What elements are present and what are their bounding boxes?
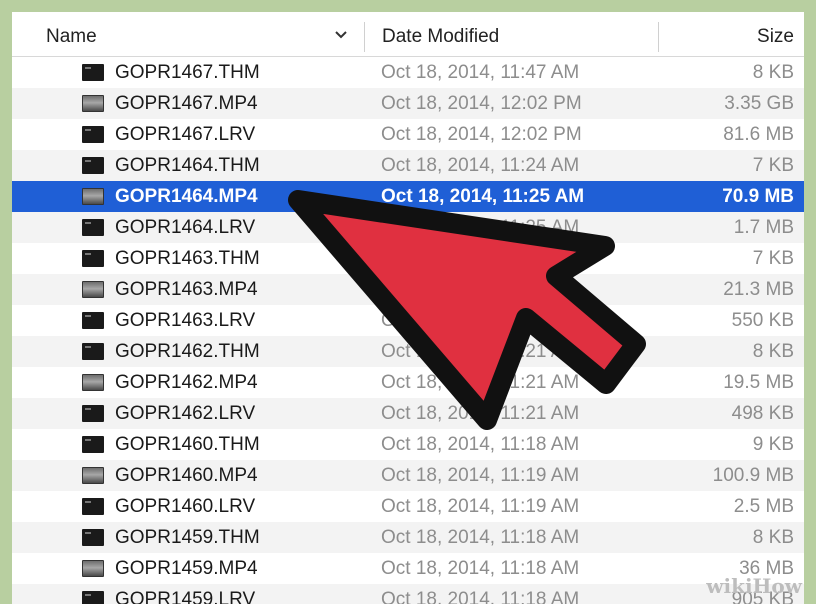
table-row[interactable]: GOPR1460.MP4 Oct 18, 2014, 11:19 AM 100.9 … — [12, 460, 804, 491]
file-name: GOPR1463.MP4 — [115, 279, 258, 300]
file-name: GOPR1460.MP4 — [115, 465, 258, 486]
wikihow-watermark: wikiHow — [706, 574, 802, 598]
file-name: GOPR1459.MP4 — [115, 558, 258, 579]
file-date-modified: Oct 18, 2014, 11:19 AM — [381, 496, 580, 517]
file-icon — [82, 498, 104, 515]
table-row[interactable]: GOPR1467.LRV Oct 18, 2014, 12:02 PM 81.6 M… — [12, 119, 804, 150]
file-date-modified: Oct 18, 2014, 11:18 AM — [381, 527, 580, 548]
file-name: GOPR1460.THM — [115, 434, 260, 455]
file-icon — [82, 126, 104, 143]
file-icon — [82, 157, 104, 174]
file-date-modified: Oct 18, 2014, 11:21 AM — [381, 248, 580, 269]
table-row[interactable]: GOPR1459.THM Oct 18, 2014, 11:18 AM 8 KB — [12, 522, 804, 553]
file-size: 550 KB — [731, 310, 794, 331]
file-date-modified: Oct 18, 2014, 11:21 AM — [381, 310, 580, 331]
file-icon — [82, 64, 104, 81]
file-date-modified: Oct 18, 2014, 11:18 AM — [381, 558, 580, 579]
file-date-modified: Oct 18, 2014, 11:18 AM — [381, 434, 580, 455]
file-icon — [82, 250, 104, 267]
table-row[interactable]: GOPR1463.MP4 Oct 18, 2014, 11:21 AM 21.3 M… — [12, 274, 804, 305]
size-column-header[interactable]: Size — [757, 12, 794, 56]
chevron-down-icon[interactable] — [334, 28, 348, 42]
file-icon — [82, 405, 104, 422]
file-size: 8 KB — [752, 341, 794, 362]
file-date-modified: Oct 18, 2014, 11:24 AM — [381, 155, 580, 176]
file-size: 100.9 MB — [712, 465, 794, 486]
file-name: GOPR1459.LRV — [115, 589, 256, 604]
file-name: GOPR1462.THM — [115, 341, 260, 362]
table-row[interactable]: GOPR1463.THM Oct 18, 2014, 11:21 AM 7 KB — [12, 243, 804, 274]
file-name: GOPR1463.THM — [115, 248, 260, 269]
video-file-icon — [82, 374, 104, 391]
file-icon — [82, 219, 104, 236]
video-file-icon — [82, 560, 104, 577]
file-name: GOPR1467.THM — [115, 62, 260, 83]
table-row[interactable]: GOPR1459.LRV Oct 18, 2014, 11:18 AM 905 KB — [12, 584, 804, 604]
file-size: 1.7 MB — [733, 217, 794, 238]
table-row[interactable]: GOPR1462.LRV Oct 18, 2014, 11:21 AM 498 KB — [12, 398, 804, 429]
file-size: 3.35 GB — [724, 93, 794, 114]
file-size: 19.5 MB — [723, 372, 794, 393]
file-date-modified: Oct 18, 2014, 12:02 PM — [381, 124, 582, 145]
file-size: 70.9 MB — [722, 186, 794, 207]
file-size: 9 KB — [752, 434, 794, 455]
file-size: 8 KB — [752, 527, 794, 548]
file-date-modified: Oct 18, 2014, 11:21 AM — [381, 279, 580, 300]
file-icon — [82, 436, 104, 453]
name-column-header[interactable]: Name — [46, 12, 356, 56]
file-name: GOPR1464.MP4 — [115, 186, 258, 207]
file-name: GOPR1464.LRV — [115, 217, 256, 238]
file-size: 81.6 MB — [723, 124, 794, 145]
table-row[interactable]: GOPR1463.LRV Oct 18, 2014, 11:21 AM 550 KB — [12, 305, 804, 336]
table-row[interactable]: GOPR1462.THM Oct 18, 2014, 11:21 AM 8 KB — [12, 336, 804, 367]
file-name: GOPR1459.THM — [115, 527, 260, 548]
file-size: 21.3 MB — [723, 279, 794, 300]
file-name: GOPR1464.THM — [115, 155, 260, 176]
file-list: GOPR1467.THM Oct 18, 2014, 11:47 AM 8 KB GO… — [12, 57, 804, 604]
file-date-modified: Oct 18, 2014, 11:21 AM — [381, 372, 580, 393]
file-name: GOPR1467.LRV — [115, 124, 256, 145]
file-date-modified: Oct 18, 2014, 11:21 AM — [381, 403, 580, 424]
table-row[interactable]: GOPR1459.MP4 Oct 18, 2014, 11:18 AM 36 MB — [12, 553, 804, 584]
file-size: 2.5 MB — [733, 496, 794, 517]
date-modified-column-header[interactable]: Date Modified — [382, 12, 499, 56]
file-size: 7 KB — [752, 155, 794, 176]
file-size: 7 KB — [752, 248, 794, 269]
table-row[interactable]: GOPR1464.LRV Oct 18, 2014, 11:25 AM 1.7 MB — [12, 212, 804, 243]
file-name: GOPR1463.LRV — [115, 310, 256, 331]
file-name: GOPR1462.LRV — [115, 403, 256, 424]
column-divider[interactable] — [364, 22, 365, 52]
file-date-modified: Oct 18, 2014, 11:25 AM — [381, 186, 585, 207]
file-date-modified: Oct 18, 2014, 11:19 AM — [381, 465, 580, 486]
table-row[interactable]: GOPR1464.THM Oct 18, 2014, 11:24 AM 7 KB — [12, 150, 804, 181]
file-size: 8 KB — [752, 62, 794, 83]
file-size: 498 KB — [731, 403, 794, 424]
file-name: GOPR1460.LRV — [115, 496, 256, 517]
table-row[interactable]: GOPR1460.LRV Oct 18, 2014, 11:19 AM 2.5 MB — [12, 491, 804, 522]
table-row[interactable]: GOPR1462.MP4 Oct 18, 2014, 11:21 AM 19.5 M… — [12, 367, 804, 398]
file-date-modified: Oct 18, 2014, 12:02 PM — [381, 93, 582, 114]
file-date-modified: Oct 18, 2014, 11:21 AM — [381, 341, 580, 362]
column-header: Name Date Modified Size — [12, 12, 804, 57]
file-icon — [82, 591, 104, 604]
file-name: GOPR1467.MP4 — [115, 93, 258, 114]
table-row[interactable]: GOPR1467.THM Oct 18, 2014, 11:47 AM 8 KB — [12, 57, 804, 88]
file-name: GOPR1462.MP4 — [115, 372, 258, 393]
finder-window: Name Date Modified Size GOPR1467.THM Oct … — [12, 12, 804, 604]
file-date-modified: Oct 18, 2014, 11:25 AM — [381, 217, 580, 238]
table-row[interactable]: GOPR1464.MP4 Oct 18, 2014, 11:25 AM 70.9 M… — [12, 181, 804, 212]
file-icon — [82, 529, 104, 546]
file-date-modified: Oct 18, 2014, 11:47 AM — [381, 62, 580, 83]
video-file-icon — [82, 281, 104, 298]
file-date-modified: Oct 18, 2014, 11:18 AM — [381, 589, 580, 604]
video-file-icon — [82, 188, 104, 205]
video-file-icon — [82, 95, 104, 112]
table-row[interactable]: GOPR1467.MP4 Oct 18, 2014, 12:02 PM 3.35 G… — [12, 88, 804, 119]
file-icon — [82, 343, 104, 360]
table-row[interactable]: GOPR1460.THM Oct 18, 2014, 11:18 AM 9 KB — [12, 429, 804, 460]
column-divider[interactable] — [658, 22, 659, 52]
file-icon — [82, 312, 104, 329]
video-file-icon — [82, 467, 104, 484]
